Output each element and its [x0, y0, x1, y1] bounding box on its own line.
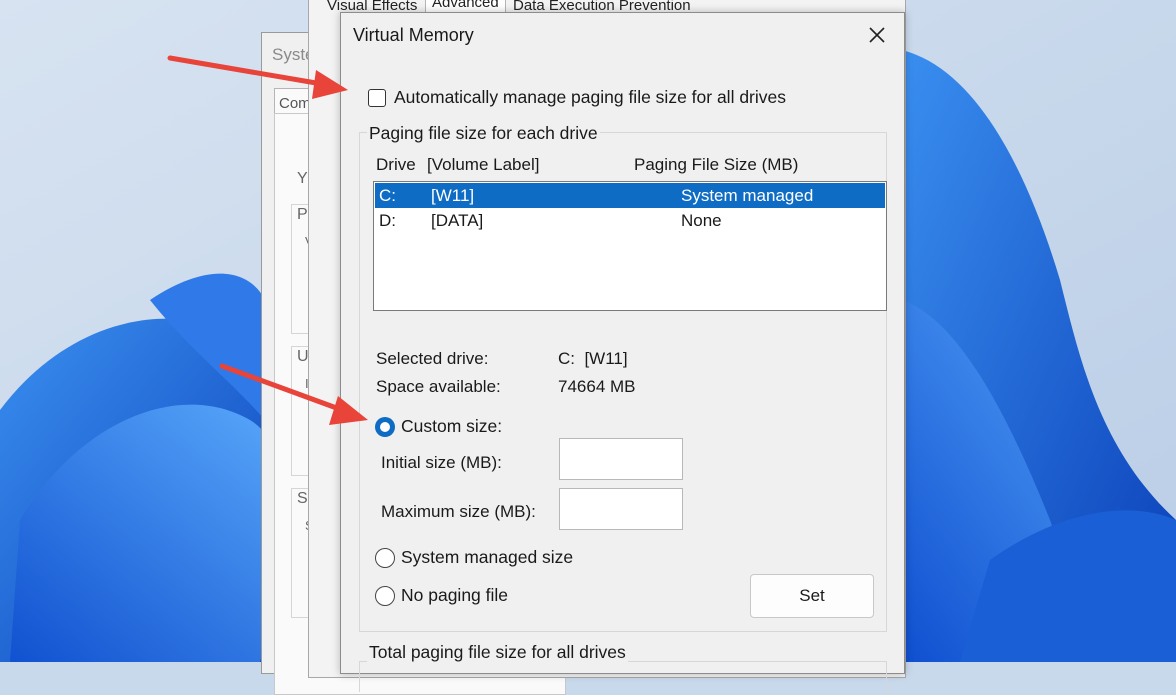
no-paging-radio[interactable] [375, 585, 395, 606]
space-available-value: 74664 MB [558, 377, 636, 396]
close-button[interactable] [858, 21, 896, 49]
no-paging-option[interactable]: No paging file [375, 585, 508, 606]
maximum-size-label: Maximum size (MB): [381, 502, 536, 521]
maximum-size-input[interactable] [559, 488, 683, 530]
initial-size-input[interactable] [559, 438, 683, 480]
virtual-memory-dialog: Virtual Memory Automatically manage pagi… [340, 12, 905, 692]
drive-letter: D: [379, 211, 396, 230]
system-managed-option[interactable]: System managed size [375, 547, 573, 568]
pane-text-fragment: Y [297, 170, 308, 187]
column-header-paging-size: Paging File Size (MB) [634, 155, 799, 174]
system-managed-radio[interactable] [375, 547, 395, 568]
set-button[interactable]: Set [750, 574, 874, 618]
pane-text-fragment: U [297, 348, 309, 365]
drive-row-c[interactable]: C: [W11] System managed [375, 183, 885, 208]
drive-letter: C: [379, 186, 396, 205]
custom-size-option[interactable]: Custom size: [375, 416, 502, 437]
drive-paging-size: None [681, 211, 722, 230]
selected-drive-label: Selected drive: [376, 349, 489, 368]
drive-list[interactable]: C: [W11] System managed D: [DATA] None [373, 181, 887, 311]
drive-row-d[interactable]: D: [DATA] None [375, 208, 885, 233]
drive-volume-label: [W11] [431, 186, 475, 205]
system-managed-label: System managed size [401, 547, 574, 567]
paging-file-group-title: Paging file size for each drive [367, 123, 600, 144]
total-paging-group [359, 661, 887, 692]
custom-size-label: Custom size: [401, 416, 503, 436]
custom-size-radio[interactable] [375, 416, 395, 437]
pane-text-fragment: S [297, 490, 308, 507]
column-header-volume-label: [Volume Label] [427, 155, 540, 174]
initial-size-label: Initial size (MB): [381, 453, 502, 472]
dialog-title: Virtual Memory [353, 25, 474, 45]
column-header-drive: Drive [376, 155, 416, 174]
drive-volume-label: [DATA] [431, 211, 484, 230]
selected-drive-value: C: [W11] [558, 349, 628, 368]
close-icon [869, 27, 885, 43]
space-available-label: Space available: [376, 377, 501, 396]
no-paging-label: No paging file [401, 585, 509, 605]
total-paging-group-title: Total paging file size for all drives [367, 642, 628, 663]
auto-manage-checkbox[interactable] [368, 88, 386, 107]
auto-manage-label: Automatically manage paging file size fo… [394, 87, 786, 107]
drive-paging-size: System managed [681, 186, 814, 205]
pane-text-fragment: P [297, 206, 308, 223]
auto-manage-row[interactable]: Automatically manage paging file size fo… [368, 87, 786, 108]
